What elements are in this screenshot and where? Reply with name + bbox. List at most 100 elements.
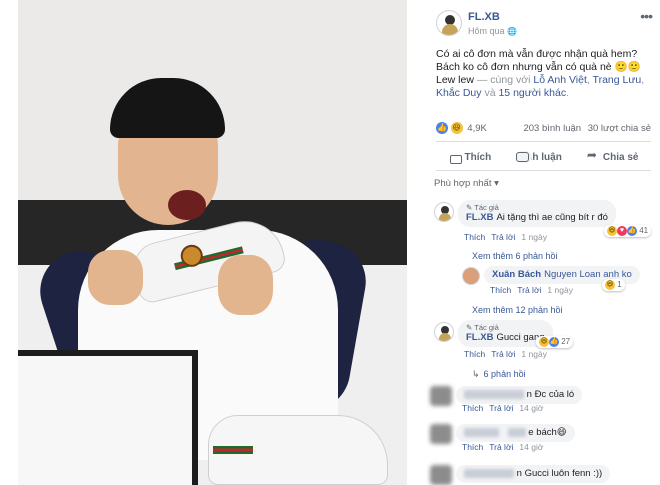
reaction-count: 4,9K	[467, 122, 487, 134]
commenter-avatar[interactable]	[430, 465, 452, 485]
share-label: Chia sẻ	[602, 151, 639, 163]
stats-right: 203 bình luận 30 lượt chia sẻ	[523, 123, 651, 134]
tag-link-3[interactable]: Khắc Duy	[436, 87, 482, 99]
post-caption: Có ai cô đơn mà vẫn được nhận quà hem? B…	[436, 48, 651, 100]
redacted-text	[507, 427, 526, 437]
comment-reply-link[interactable]: Trả lời	[517, 285, 541, 295]
love-reaction-icon: ♥	[617, 226, 627, 236]
post-header: FL.XB Hôm qua 🌐 •••	[436, 8, 656, 38]
post-panel: FL.XB Hôm qua 🌐 ••• Có ai cô đơn mà vẫn …	[426, 0, 660, 485]
comment-like-link[interactable]: Thích	[462, 403, 483, 413]
like-label: Thích	[464, 151, 492, 163]
comment-reply-link[interactable]: Trả lời	[489, 442, 513, 452]
comment-reply-link[interactable]: Trả lời	[491, 232, 515, 242]
photo-mouth	[168, 190, 206, 220]
haha-reaction-icon: 😆	[539, 337, 549, 347]
tag-link-others[interactable]: 15 người khác	[498, 87, 566, 99]
like-reaction-icon: 👍	[627, 226, 637, 236]
comment-meta: Thích Trả lời 1 ngày	[464, 349, 547, 359]
like-reaction-icon: 👍	[549, 337, 559, 347]
author-badge: ✎ Tác giả	[466, 203, 499, 212]
commenter-avatar[interactable]	[430, 386, 452, 406]
comment-count-link[interactable]: 203 bình luận	[523, 123, 581, 134]
caption-comma: ,	[641, 74, 645, 86]
author-name[interactable]: FL.XB	[468, 11, 500, 23]
view-replies[interactable]: ↳ 6 phản hồi	[472, 369, 526, 380]
caption-line-2: Bách ko cô đơn nhưng vẫn có quà nè 🙂🙂	[436, 61, 641, 73]
caption-line-3: Lew lew — cùng với Lỗ Anh Việt, Trang Lư…	[436, 74, 651, 100]
comment-like-link[interactable]: Thích	[462, 442, 483, 452]
post-time[interactable]: Hôm qua 🌐	[468, 26, 517, 36]
comment-text: n Đc của ló	[526, 389, 575, 400]
comment-button[interactable]: Bình luận	[516, 151, 562, 163]
comment-author[interactable]: FL.XB	[466, 332, 493, 343]
comment-reactions[interactable]: 😆 1	[602, 279, 625, 291]
comment-like-link[interactable]: Thích	[490, 285, 511, 295]
comment-time[interactable]: 14 giờ	[519, 403, 543, 413]
view-more-replies-label: Xem thêm 6 phản hồi	[472, 251, 558, 261]
post-photo[interactable]	[18, 0, 407, 485]
reactions-summary[interactable]: 👍 😆 4,9K	[436, 122, 487, 134]
comment-reply-link[interactable]: Trả lời	[491, 349, 515, 359]
comment-reactions[interactable]: 😆 👍 27	[536, 336, 574, 348]
haha-reaction-icon: 😆	[605, 280, 615, 290]
view-more-replies[interactable]: Xem thêm 12 phản hồi	[472, 305, 563, 315]
comment-like-link[interactable]: Thích	[464, 232, 485, 242]
post-actions: Thích Bình luận Chia sẻ	[436, 146, 651, 168]
commenter-avatar[interactable]	[462, 267, 480, 285]
redacted-author	[464, 468, 514, 478]
comment-time[interactable]: 1 ngày	[521, 349, 547, 359]
view-more-replies-label: Xem thêm 12 phản hồi	[472, 305, 563, 315]
caption-comma: ,	[586, 74, 590, 86]
redacted-author	[464, 389, 524, 399]
comment-bubble-icon	[516, 151, 533, 163]
redacted-author	[464, 427, 499, 437]
photo-sneaker-floor	[208, 415, 388, 485]
globe-icon: 🌐	[507, 27, 518, 36]
caption-period: .	[566, 87, 570, 99]
divider	[436, 141, 651, 142]
divider	[436, 170, 651, 171]
post-time-text[interactable]: Hôm qua	[468, 26, 505, 36]
sneaker-stripe	[213, 446, 253, 454]
tag-link-2[interactable]: Trang Lưu	[593, 74, 642, 86]
comment-bubble: e bách😄	[456, 424, 575, 442]
comment-reply-link[interactable]: Trả lời	[489, 403, 513, 413]
comment-meta: Thích Trả lời 1 ngày	[464, 232, 547, 242]
commenter-avatar[interactable]	[434, 202, 454, 222]
thumbs-up-icon	[449, 151, 462, 164]
reply-arrow-icon: ↳	[472, 369, 480, 379]
comment-bubble: ✎ Tác giả FL.XB Ai tặng thì ae cũng bít r…	[458, 200, 616, 227]
comment-time[interactable]: 1 ngày	[521, 232, 547, 242]
share-button[interactable]: Chia sẻ	[587, 148, 639, 163]
like-reaction-icon: 👍	[436, 122, 448, 134]
tag-link-1[interactable]: Lỗ Anh Việt	[533, 74, 587, 86]
more-options-icon[interactable]: •••	[640, 8, 653, 24]
comment-text: n Gucci luôn fenn :))	[516, 468, 603, 479]
haha-reaction-icon: 😆	[450, 122, 463, 134]
comment-reaction-count: 27	[561, 337, 571, 347]
author-badge: ✎ Tác giả	[466, 323, 499, 332]
caption-with: — cùng với	[476, 74, 531, 86]
comment-time[interactable]: 1 ngày	[547, 285, 573, 295]
author-avatar[interactable]	[436, 10, 462, 36]
comment-sort-dropdown[interactable]: Phù hợp nhất ▾	[434, 178, 499, 189]
comment-author[interactable]: Xuân Bách	[492, 269, 541, 280]
commenter-avatar[interactable]	[430, 424, 452, 444]
comment-text: e bách😄	[528, 427, 567, 438]
photo-shoebox	[18, 350, 198, 485]
caption-line-1: Có ai cô đơn mà vẫn được nhận quà hem?	[436, 48, 638, 60]
view-more-replies[interactable]: Xem thêm 6 phản hồi	[472, 251, 558, 261]
comment-like-link[interactable]: Thích	[464, 349, 485, 359]
comment-reaction-count: 41	[639, 226, 649, 236]
like-button[interactable]: Thích	[449, 151, 492, 164]
comment-meta: Thích Trả lời 1 ngày	[490, 285, 573, 295]
commenter-avatar[interactable]	[434, 322, 454, 342]
caption-lew: Lew lew	[436, 74, 474, 86]
comment-text: Ai tặng thì ae cũng bít r đó	[496, 212, 608, 223]
comment-reactions[interactable]: 😆 ♥ 👍 41	[604, 225, 652, 237]
comment-meta: Thích Trả lời 14 giờ	[462, 403, 543, 413]
comment-time[interactable]: 14 giờ	[519, 442, 543, 452]
share-count-link[interactable]: 30 lượt chia sẻ	[588, 123, 651, 134]
comment-author[interactable]: FL.XB	[466, 212, 493, 223]
